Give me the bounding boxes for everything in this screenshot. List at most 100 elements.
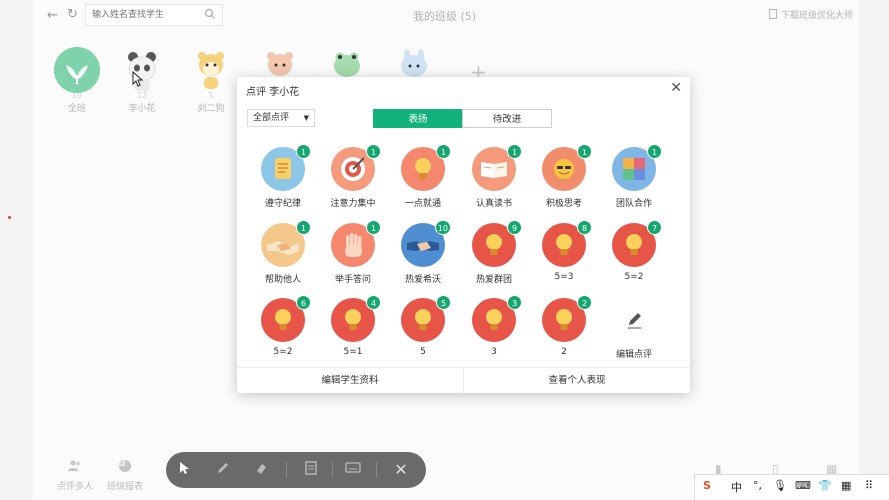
view-performance-button[interactable]: 查看个人表现 <box>464 368 690 393</box>
lightbulb-icon: 8 <box>542 220 592 267</box>
ime-mode-chinese[interactable]: 中 <box>731 479 742 495</box>
filter-value: 全部点评 <box>253 113 290 123</box>
review-item[interactable]: 7 5=2 <box>599 220 669 282</box>
review-label: 积极思考 <box>545 199 582 209</box>
student-name: 全班 <box>67 104 86 114</box>
tiger-avatar-icon <box>188 47 234 93</box>
count-badge: 5 <box>436 295 451 310</box>
menu-icon[interactable]: ⠿ <box>865 479 873 492</box>
review-item[interactable]: 1 遵守纪律 <box>248 144 318 209</box>
microphone-icon[interactable]: 🎙 <box>773 479 787 492</box>
review-item[interactable]: 6 5=2 <box>248 295 318 357</box>
target-icon: 1 <box>331 144 381 191</box>
review-item[interactable]: 3 3 <box>459 295 529 357</box>
eraser-icon[interactable] <box>252 461 270 479</box>
toolbar-divider <box>286 462 287 478</box>
edit-student-info-button[interactable]: 编辑学生资料 <box>237 368 463 393</box>
class-report-button[interactable]: 班级报表 <box>100 460 150 492</box>
hand-raise-icon: 1 <box>331 220 381 267</box>
lightbulb-icon: 2 <box>542 295 592 342</box>
student-all-class[interactable]: 19 全班 <box>52 47 102 114</box>
close-icon[interactable]: ✕ <box>670 80 682 96</box>
sun-icon: 1 <box>542 144 592 191</box>
review-item[interactable]: 1 举手答问 <box>318 220 388 285</box>
review-item[interactable]: 5 5 <box>388 295 458 357</box>
count-badge: 6 <box>296 295 311 310</box>
count-badge: 1 <box>436 144 451 159</box>
review-label: 团队合作 <box>615 199 652 209</box>
review-item[interactable]: 1 认真读书 <box>459 144 529 209</box>
review-item[interactable]: 1 团队合作 <box>599 144 669 209</box>
review-item[interactable]: 1 注意力集中 <box>318 144 388 209</box>
review-item[interactable]: 1 积极思考 <box>529 144 599 209</box>
notebook-icon: 1 <box>261 144 311 191</box>
review-label: 热爱群团 <box>475 275 512 285</box>
review-item[interactable]: 8 5=3 <box>529 220 599 282</box>
note-icon[interactable] <box>302 461 320 479</box>
toolbox-icon[interactable]: ▦ <box>841 479 851 492</box>
class-report-label: 班级报表 <box>106 482 143 492</box>
lightbulb-icon: 3 <box>472 295 522 342</box>
dialog-title: 点评 李小花 <box>246 87 300 98</box>
panda-avatar-icon <box>119 47 165 93</box>
review-item[interactable]: 2 2 <box>529 295 599 357</box>
tab-improve[interactable]: 待改进 <box>462 109 552 128</box>
toolbar-divider <box>332 462 333 478</box>
review-label: 帮助他人 <box>264 275 301 285</box>
keyboard-icon[interactable] <box>344 461 362 479</box>
review-item[interactable]: 1 帮助他人 <box>248 220 318 285</box>
count-badge: 9 <box>507 220 522 235</box>
student-liu-ergou[interactable]: 1 刘二狗 <box>186 47 236 114</box>
count-badge: 1 <box>296 220 311 235</box>
count-badge: 1 <box>366 220 381 235</box>
edit-review-button[interactable]: 编辑点评 <box>599 298 669 360</box>
count-badge: 1 <box>647 144 662 159</box>
pen-icon[interactable] <box>214 461 232 479</box>
student-li-xiaohua[interactable]: 12 李小花 <box>117 47 167 114</box>
ime-toolbar: S 中 °, 🎙 ⌨ 👕 ▦ ⠿ <box>694 474 889 500</box>
review-tabs: 表扬 待改进 <box>373 109 553 128</box>
count-badge: 1 <box>507 144 522 159</box>
sogou-logo-icon[interactable]: S <box>703 479 711 492</box>
punctuation-icon[interactable]: °, <box>753 479 762 492</box>
lightbulb-icon: 4 <box>331 295 381 342</box>
student-name: 刘二狗 <box>197 104 225 114</box>
review-label: 热爱希沃 <box>404 275 441 285</box>
review-label: 5=2 <box>624 272 644 282</box>
review-item[interactable]: 4 5=1 <box>318 295 388 357</box>
multi-review-label: 点评多人 <box>56 482 93 492</box>
multi-review-button[interactable]: 点评多人 <box>50 460 100 492</box>
review-label: 3 <box>491 347 497 357</box>
toolbar-divider <box>376 462 377 478</box>
dialog-footer: 编辑学生资料 查看个人表现 <box>237 367 690 393</box>
review-label: 举手答问 <box>334 275 371 285</box>
close-icon[interactable]: ✕ <box>392 461 410 479</box>
count-badge: 1 <box>366 144 381 159</box>
pointer-icon[interactable] <box>176 461 194 479</box>
edit-review-label: 编辑点评 <box>615 350 652 360</box>
handshake-icon: 10 <box>401 220 451 267</box>
count-badge: 8 <box>577 220 592 235</box>
review-label: 遵守纪律 <box>264 199 301 209</box>
review-item[interactable]: 9 热爱群团 <box>459 220 529 285</box>
mouse-cursor-icon <box>132 71 144 87</box>
count-badge: 1 <box>296 144 311 159</box>
download-link[interactable]: 下载班级优化大师 <box>768 8 853 21</box>
review-item[interactable]: 1 一点就通 <box>388 144 458 209</box>
download-label: 下载班级优化大师 <box>780 11 853 21</box>
review-dialog: 点评 李小花 ✕ 全部点评 ▼ 表扬 待改进 1 遵守纪律 1 注意力集中 1 … <box>237 77 690 393</box>
tab-praise[interactable]: 表扬 <box>373 109 463 128</box>
count-badge: 7 <box>647 220 662 235</box>
keyboard-icon[interactable]: ⌨ <box>795 479 811 492</box>
puzzle-icon: 1 <box>612 144 662 191</box>
skin-icon[interactable]: 👕 <box>818 479 832 492</box>
review-filter-select[interactable]: 全部点评 ▼ <box>247 109 315 127</box>
lightbulb-icon: 9 <box>472 220 522 267</box>
review-label: 认真读书 <box>475 199 512 209</box>
count-badge: 10 <box>434 220 451 235</box>
review-label: 2 <box>561 347 567 357</box>
lightbulb-icon: 1 <box>401 144 451 191</box>
top-bar: ← ↻ 我的班级 (5) 下载班级优化大师 <box>0 0 889 30</box>
caret-down-icon: ▼ <box>303 114 309 122</box>
review-item[interactable]: 10 热爱希沃 <box>388 220 458 285</box>
